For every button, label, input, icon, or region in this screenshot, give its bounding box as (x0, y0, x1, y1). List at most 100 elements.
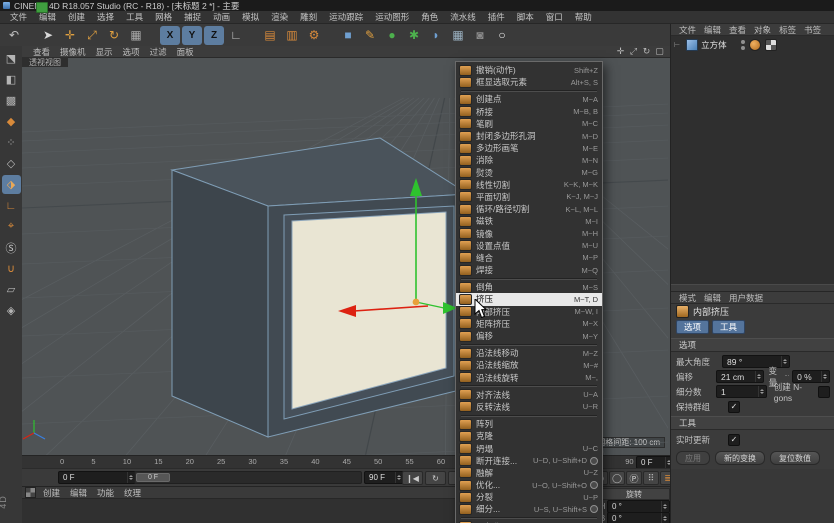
generators-menu[interactable]: ✱ (404, 26, 424, 45)
pen-spline-menu[interactable]: ✎ (360, 26, 380, 45)
context-menu-item[interactable]: 沿法线移动 M~Z (456, 347, 602, 359)
playhead[interactable] (36, 2, 48, 13)
edges-mode-button[interactable]: ◇ (2, 154, 21, 173)
plane-snap-button[interactable]: ◈ (2, 301, 21, 320)
context-menu-item[interactable]: 沿法线旋转 M~, (456, 372, 602, 384)
stepper-icon[interactable] (821, 371, 829, 382)
context-menu-item[interactable]: 镜像 M~H (456, 227, 602, 239)
context-menu-item[interactable]: 循环/路径切割 K~L, M~L (456, 203, 602, 215)
context-menu-item[interactable]: 克隆 (456, 430, 602, 442)
ngons-checkbox[interactable] (818, 386, 830, 398)
attribute-menu-item[interactable]: 用户数据 (725, 292, 767, 304)
visibility-dots-icon[interactable] (741, 40, 745, 50)
menu-item[interactable]: 工具 (120, 11, 149, 23)
undo-button[interactable]: ↶ (4, 26, 24, 45)
cube-primitive-menu[interactable]: ■ (338, 26, 358, 45)
context-menu-item[interactable]: 消除 M~N (456, 154, 602, 166)
menu-item[interactable]: 创建 (62, 11, 91, 23)
viewport-menu-item[interactable]: 过滤 (145, 46, 172, 58)
polygons-mode-button[interactable]: ⬗ (2, 175, 21, 194)
move-tool[interactable]: ✛ (60, 26, 80, 45)
context-menu-item[interactable]: 焊接 M~Q (456, 264, 602, 276)
light-menu[interactable]: ○ (492, 26, 512, 45)
context-menu-item[interactable]: 笔刷 M~C (456, 118, 602, 130)
end-frame-field[interactable]: 90 F (364, 471, 404, 484)
axis-z-lock[interactable]: Z (204, 26, 224, 45)
context-menu-item[interactable]: 反转法线 U~R (456, 401, 602, 413)
record-position-button[interactable]: Ⓟ (626, 471, 642, 485)
timeline-slider[interactable]: 0 F (134, 471, 362, 484)
new-transform-button[interactable]: 新的变换 (715, 451, 765, 465)
render-region-button[interactable]: ▥ (282, 26, 302, 45)
context-menu-item[interactable]: 平面切割 K~J, M~J (456, 191, 602, 203)
object-manager-menu-item[interactable]: 编辑 (700, 24, 725, 36)
live-selection-tool[interactable]: ➤ (38, 26, 58, 45)
menu-item[interactable]: 脚本 (511, 11, 540, 23)
zoom-view-icon[interactable]: ⤢ (627, 46, 640, 57)
play-loop-button[interactable]: ↻ (425, 471, 446, 485)
autokey-button[interactable]: ◯ (609, 471, 625, 485)
stepper-icon[interactable] (661, 513, 669, 523)
goto-start-button[interactable]: ❙◀ (402, 471, 423, 485)
context-menu-item[interactable]: 优化... U~O, U~Shift+O (456, 479, 602, 491)
context-menu-item[interactable]: 设置点值 M~U (456, 240, 602, 252)
rotation-b-field[interactable]: 0 ° (607, 512, 670, 523)
menu-item[interactable]: 网格 (149, 11, 178, 23)
reset-values-button[interactable]: 复位数值 (770, 451, 820, 465)
context-menu-item[interactable]: 倒角 M~S (456, 281, 602, 293)
current-frame-field[interactable]: 0 F (58, 471, 136, 484)
viewport-menu-item[interactable]: 面板 (172, 46, 199, 58)
context-menu-item[interactable]: 熨烫 M~G (456, 167, 602, 179)
camera-menu[interactable]: ◙ (470, 26, 490, 45)
object-manager-menu-item[interactable]: 查看 (725, 24, 750, 36)
stepper-icon[interactable] (755, 371, 763, 382)
axis-y-lock[interactable]: Y (182, 26, 202, 45)
tab-options[interactable]: 选项 (676, 320, 709, 334)
context-menu-item[interactable]: 多边形画笔 M~E (456, 142, 602, 154)
menu-item[interactable]: 运动跟踪 (323, 11, 369, 23)
context-menu-item[interactable]: 分裂 U~P (456, 491, 602, 503)
texture-tag-icon[interactable] (749, 39, 761, 51)
stepper-icon[interactable] (661, 501, 669, 512)
deformers-menu[interactable]: ◗ (426, 26, 446, 45)
quantize-toggle-button[interactable]: ∪ (2, 259, 21, 278)
context-menu-item[interactable]: 磁铁 M~I (456, 215, 602, 227)
menu-item[interactable]: 运动图形 (369, 11, 415, 23)
options-dot-icon[interactable] (590, 481, 598, 489)
menu-item[interactable]: 捕捉 (178, 11, 207, 23)
pan-view-icon[interactable]: ✛ (614, 46, 627, 57)
menu-item[interactable]: 模拟 (236, 11, 265, 23)
workplane-mode-button[interactable]: ◆ (2, 112, 21, 131)
object-manager-menu-item[interactable]: 对象 (750, 24, 775, 36)
attribute-menu-item[interactable]: 模式 (675, 292, 700, 304)
context-menu-item[interactable]: 矩阵挤压 M~X (456, 318, 602, 330)
menu-item[interactable]: 窗口 (540, 11, 569, 23)
options-dot-icon[interactable] (590, 505, 598, 513)
context-menu-item[interactable]: 桥接 M~B, B (456, 106, 602, 118)
menu-item[interactable]: 渲染 (265, 11, 294, 23)
viewport-menu-item[interactable]: 选项 (118, 46, 145, 58)
material-menu-item[interactable]: 编辑 (65, 487, 92, 499)
context-menu-item[interactable]: 缝合 M~P (456, 252, 602, 264)
render-view-button[interactable]: ▤ (260, 26, 280, 45)
object-name[interactable]: 立方体 (701, 39, 727, 51)
toolbar-button[interactable] (26, 26, 36, 45)
model-mode-button[interactable]: ◧ (2, 70, 21, 89)
toolbar-button[interactable] (148, 26, 158, 45)
workplane-lock-button[interactable]: ▱ (2, 280, 21, 299)
context-menu-item[interactable]: 阵列 (456, 418, 602, 430)
context-menu-item[interactable]: 封闭多边形孔洞 M~D (456, 130, 602, 142)
menu-item[interactable]: 帮助 (569, 11, 598, 23)
context-menu-item[interactable]: 线性切割 K~K, M~K (456, 179, 602, 191)
context-menu-item[interactable]: 框显选取元素 Alt+S, S (456, 76, 602, 88)
material-menu-item[interactable]: 纹理 (119, 487, 146, 499)
timeline-slider-grip[interactable]: 0 F (136, 473, 170, 482)
object-manager-menu-item[interactable]: 书签 (800, 24, 825, 36)
viewport-solo-button[interactable]: ⌖ (2, 217, 21, 236)
attribute-menu-item[interactable]: 编辑 (700, 292, 725, 304)
tab-tool[interactable]: 工具 (712, 320, 745, 334)
toolbar-button[interactable] (326, 26, 336, 45)
rotate-tool[interactable]: ↻ (104, 26, 124, 45)
environment-menu[interactable]: ▦ (448, 26, 468, 45)
stepper-icon[interactable] (781, 356, 789, 367)
